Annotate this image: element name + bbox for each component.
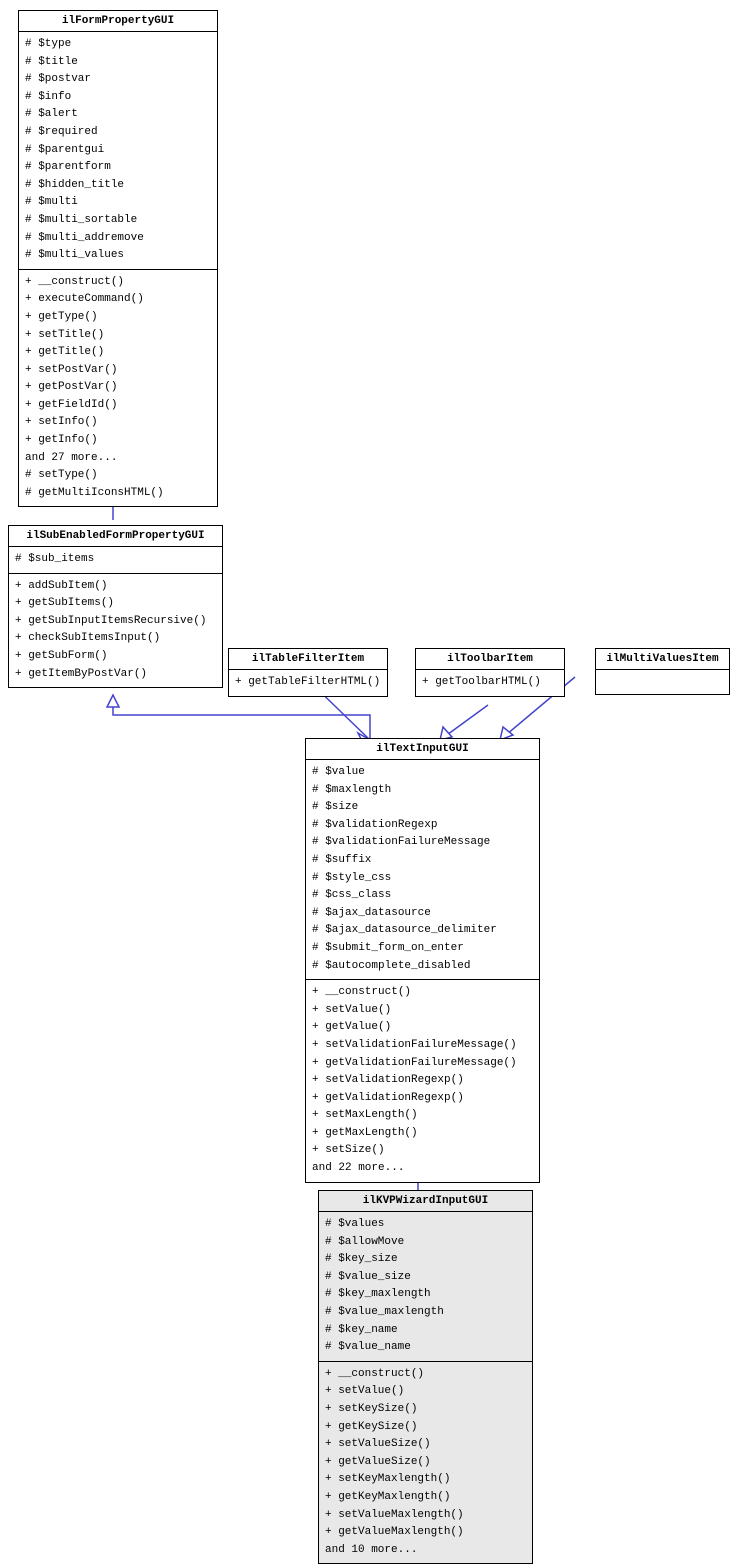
il-sub-enabled-methods: + addSubItem() + getSubItems() + getSubI… <box>9 574 222 688</box>
il-kvp-wizard-input-gui-box: ilKVPWizardInputGUI # $values # $allowMo… <box>318 1190 533 1564</box>
il-form-property-gui-methods: + __construct() + executeCommand() + get… <box>19 270 217 507</box>
il-toolbar-item-methods: + getToolbarHTML() <box>416 670 564 696</box>
il-table-filter-item-box: ilTableFilterItem + getTableFilterHTML() <box>228 648 388 697</box>
il-text-input-gui-methods: + __construct() + setValue() + getValue(… <box>306 980 539 1182</box>
il-text-input-gui-box: ilTextInputGUI # $value # $maxlength # $… <box>305 738 540 1183</box>
il-multi-values-item-box: ilMultiValuesItem <box>595 648 730 695</box>
il-multi-values-item-title: ilMultiValuesItem <box>596 649 729 670</box>
il-toolbar-item-box: ilToolbarItem + getToolbarHTML() <box>415 648 565 697</box>
il-kvp-wizard-input-gui-title: ilKVPWizardInputGUI <box>319 1191 532 1212</box>
il-sub-enabled-attributes: # $sub_items <box>9 547 222 574</box>
il-form-property-gui-box: ilFormPropertyGUI # $type # $title # $po… <box>18 10 218 507</box>
il-sub-enabled-form-property-gui-box: ilSubEnabledFormPropertyGUI # $sub_items… <box>8 525 223 688</box>
il-table-filter-item-title: ilTableFilterItem <box>229 649 387 670</box>
il-multi-values-item-empty <box>596 670 729 694</box>
diagram-container: ilFormPropertyGUI # $type # $title # $po… <box>0 0 744 1557</box>
il-table-filter-item-methods: + getTableFilterHTML() <box>229 670 387 696</box>
il-form-property-gui-title: ilFormPropertyGUI <box>19 11 217 32</box>
il-text-input-gui-attributes: # $value # $maxlength # $size # $validat… <box>306 760 539 980</box>
il-toolbar-item-title: ilToolbarItem <box>416 649 564 670</box>
il-kvp-wizard-attributes: # $values # $allowMove # $key_size # $va… <box>319 1212 532 1362</box>
il-form-property-gui-attributes: # $type # $title # $postvar # $info # $a… <box>19 32 217 270</box>
il-sub-enabled-form-property-gui-title: ilSubEnabledFormPropertyGUI <box>9 526 222 547</box>
il-text-input-gui-title: ilTextInputGUI <box>306 739 539 760</box>
il-kvp-wizard-methods: + __construct() + setValue() + setKeySiz… <box>319 1362 532 1564</box>
